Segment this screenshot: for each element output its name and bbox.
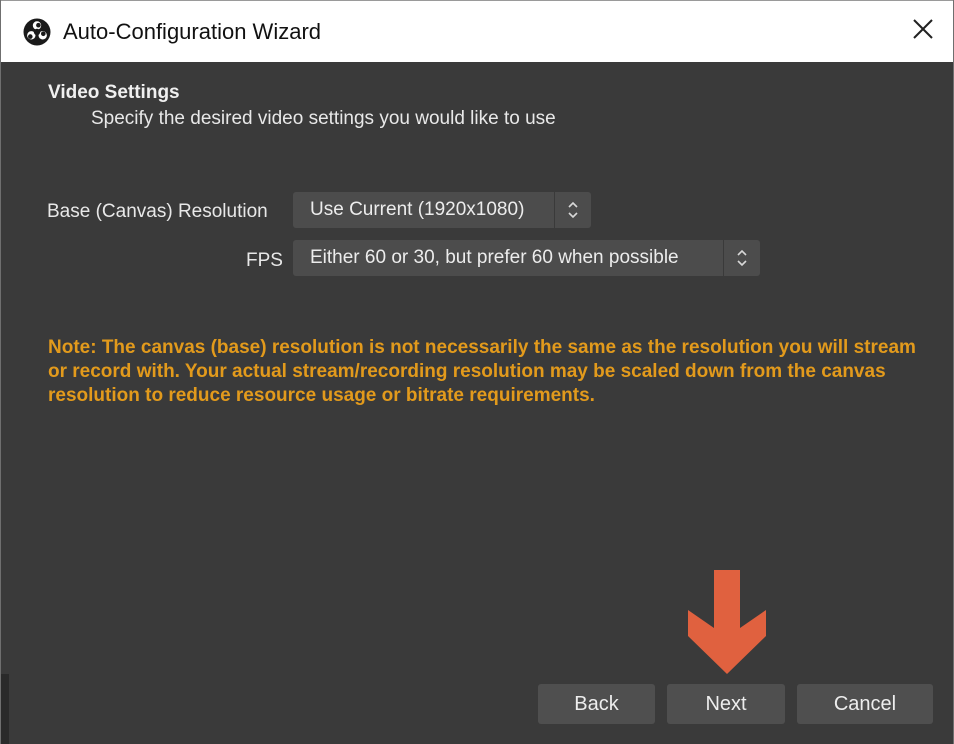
obs-logo-icon [23, 18, 51, 46]
close-icon [912, 18, 934, 45]
close-button[interactable] [901, 9, 945, 53]
window-edge [1, 674, 9, 744]
spinner-arrows-icon[interactable] [724, 240, 760, 276]
fps-label: FPS [246, 250, 283, 271]
title-bar: Auto-Configuration Wizard [1, 0, 953, 62]
resolution-value: Use Current (1920x1080) [310, 199, 525, 220]
down-arrow-icon [684, 570, 770, 678]
window-title: Auto-Configuration Wizard [63, 19, 322, 44]
resolution-select[interactable]: Use Current (1920x1080) [293, 192, 591, 228]
wizard-content: Video Settings Specify the desired video… [1, 62, 953, 744]
resolution-label: Base (Canvas) Resolution [47, 201, 268, 222]
page-heading: Video Settings [48, 82, 180, 103]
wizard-window: Auto-Configuration Wizard Video Settings… [0, 0, 954, 744]
note-text: Note: The canvas (base) resolution is no… [48, 337, 916, 406]
cancel-button[interactable]: Cancel [797, 684, 933, 724]
page-subheading: Specify the desired video settings you w… [91, 108, 556, 129]
fps-value: Either 60 or 30, but prefer 60 when poss… [310, 247, 679, 268]
fps-select[interactable]: Either 60 or 30, but prefer 60 when poss… [293, 240, 760, 276]
next-button[interactable]: Next [667, 684, 785, 724]
spinner-arrows-icon[interactable] [555, 192, 591, 228]
back-button[interactable]: Back [538, 684, 655, 724]
